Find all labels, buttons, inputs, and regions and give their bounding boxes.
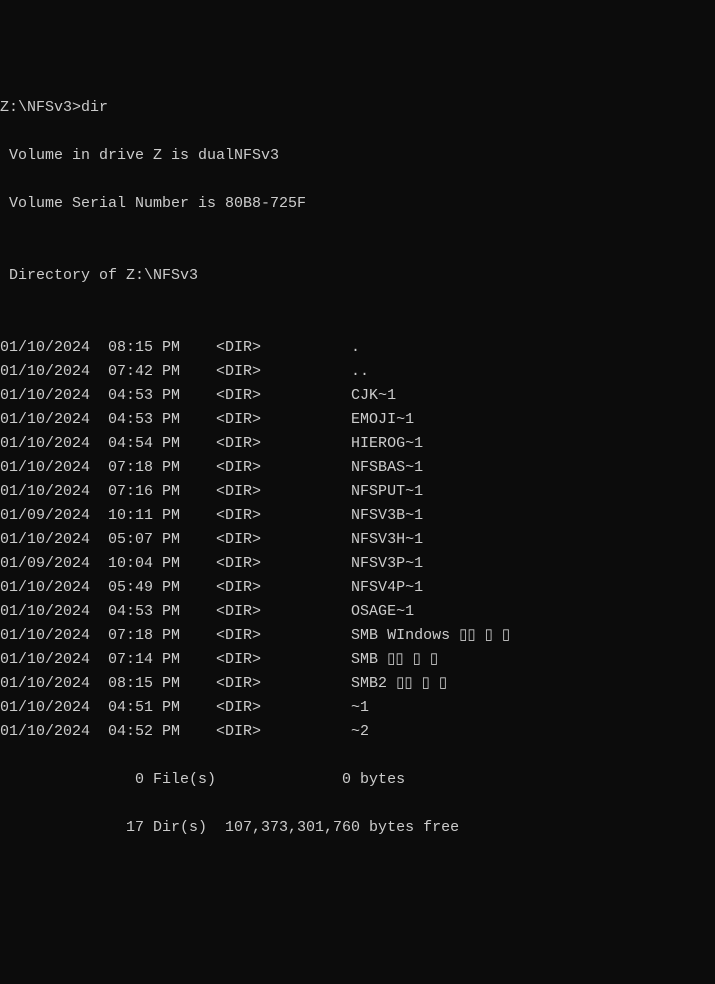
directory-entries: 01/10/2024 08:15 PM <DIR> .01/10/2024 07… [0,336,715,744]
files-summary-line: 0 File(s) 0 bytes [0,768,715,792]
dir-entry-row: 01/10/2024 04:52 PM <DIR> ~2 [0,720,715,744]
terminal-output: Z:\NFSv3>dir Volume in drive Z is dualNF… [0,72,715,864]
dir-entry-row: 01/10/2024 07:14 PM <DIR> SMB ▯▯ ▯ ▯ [0,648,715,672]
dir-entry-row: 01/10/2024 07:42 PM <DIR> .. [0,360,715,384]
dir-entry-row: 01/10/2024 04:53 PM <DIR> OSAGE~1 [0,600,715,624]
dir-entry-row: 01/10/2024 04:54 PM <DIR> HIEROG~1 [0,432,715,456]
dir-entry-row: 01/10/2024 05:07 PM <DIR> NFSV3H~1 [0,528,715,552]
dir-entry-row: 01/10/2024 08:15 PM <DIR> SMB2 ▯▯ ▯ ▯ [0,672,715,696]
dir-entry-row: 01/09/2024 10:11 PM <DIR> NFSV3B~1 [0,504,715,528]
dirs-summary-line: 17 Dir(s) 107,373,301,760 bytes free [0,816,715,840]
dir-entry-row: 01/10/2024 04:53 PM <DIR> EMOJI~1 [0,408,715,432]
prompt-line[interactable]: Z:\NFSv3>dir [0,96,715,120]
dir-entry-row: 01/10/2024 04:51 PM <DIR> ~1 [0,696,715,720]
dir-entry-row: 01/10/2024 07:18 PM <DIR> SMB WIndows ▯▯… [0,624,715,648]
dir-entry-row: 01/10/2024 07:16 PM <DIR> NFSPUT~1 [0,480,715,504]
dir-entry-row: 01/09/2024 10:04 PM <DIR> NFSV3P~1 [0,552,715,576]
volume-line: Volume in drive Z is dualNFSv3 [0,144,715,168]
dir-entry-row: 01/10/2024 04:53 PM <DIR> CJK~1 [0,384,715,408]
dir-entry-row: 01/10/2024 05:49 PM <DIR> NFSV4P~1 [0,576,715,600]
dir-entry-row: 01/10/2024 07:18 PM <DIR> NFSBAS~1 [0,456,715,480]
dir-entry-row: 01/10/2024 08:15 PM <DIR> . [0,336,715,360]
serial-line: Volume Serial Number is 80B8-725F [0,192,715,216]
directory-of-line: Directory of Z:\NFSv3 [0,264,715,288]
